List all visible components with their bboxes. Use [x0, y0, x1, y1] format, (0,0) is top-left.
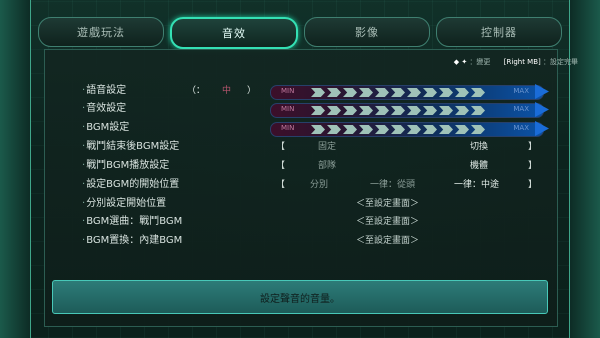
- setting-bgm-select[interactable]: ·BGM選曲：戰鬥BGM: [82, 214, 182, 230]
- slider-max-label: MAX: [513, 87, 529, 95]
- slider-max-label: MAX: [513, 124, 529, 132]
- voice-volume-slider[interactable]: MIN MAX: [270, 84, 549, 100]
- setting-label: BGM設定: [86, 122, 130, 133]
- option-squad[interactable]: 部隊: [318, 158, 336, 174]
- tab-bar: 遊戲玩法 音效 影像 控制器: [38, 16, 562, 49]
- option-separate[interactable]: 分別: [310, 177, 328, 193]
- hint-change: ：變更: [469, 58, 491, 66]
- slider-min-label: MIN: [281, 87, 295, 95]
- slider-min-label: MIN: [281, 124, 295, 132]
- tab-controller[interactable]: 控制器: [436, 17, 562, 47]
- control-hint: ◆ ✦ ：變更 [Right MB] ：設定完畢: [454, 57, 578, 67]
- option-switch[interactable]: 切換: [470, 139, 488, 155]
- option-from-start[interactable]: 一律：從頭: [370, 177, 415, 193]
- option-fixed[interactable]: 固定: [318, 139, 336, 155]
- bracket-right: 】: [528, 161, 538, 171]
- setting-label: 語音設定: [86, 85, 127, 96]
- description-box: 設定聲音的音量。: [52, 280, 548, 314]
- setting-bgm-replace[interactable]: ·BGM置換：內建BGM: [82, 233, 182, 249]
- sfx-volume-slider[interactable]: MIN MAX: [270, 102, 549, 118]
- right-mb-key: [Right MB]: [503, 58, 541, 66]
- goto-settings-link[interactable]: ＜至設定畫面＞: [356, 196, 419, 212]
- left-frame: [0, 0, 31, 338]
- dpad-icon: ◆ ✦: [453, 58, 468, 66]
- bracket-right: 】: [528, 142, 538, 152]
- bgm-volume-slider[interactable]: MIN MAX: [270, 121, 549, 137]
- setting-label: BGM選曲：戰鬥BGM: [86, 216, 183, 227]
- setting-sfx[interactable]: ·音效設定: [82, 101, 126, 117]
- slider-fill: [311, 125, 485, 134]
- goto-settings-link[interactable]: ＜至設定畫面＞: [356, 214, 419, 230]
- voice-bracket-left: （：: [187, 86, 206, 96]
- option-unit[interactable]: 機體: [470, 158, 488, 174]
- bracket-left: 【: [276, 142, 286, 152]
- setting-battle-bgm-play[interactable]: ·戰鬥BGM播放設定: [82, 158, 169, 174]
- voice-bracket-right: ）: [247, 86, 257, 96]
- slider-fill: [311, 106, 485, 115]
- setting-label: 音效設定: [86, 103, 127, 114]
- tab-sound[interactable]: 音效: [170, 17, 298, 49]
- setting-after-battle-bgm[interactable]: ·戰鬥結束後BGM設定: [82, 139, 179, 155]
- setting-bgm[interactable]: ·BGM設定: [82, 120, 129, 136]
- right-frame: [569, 0, 600, 338]
- tab-video[interactable]: 影像: [304, 17, 430, 47]
- slider-min-label: MIN: [281, 105, 295, 113]
- bracket-left: 【: [276, 180, 286, 190]
- setting-label: 設定BGM的開始位置: [86, 179, 180, 190]
- setting-label: 分別設定開始位置: [86, 198, 167, 209]
- setting-bgm-start-position[interactable]: ·設定BGM的開始位置: [82, 177, 179, 193]
- description-text: 設定聲音的音量。: [260, 293, 340, 305]
- slider-max-label: MAX: [513, 105, 529, 113]
- option-midway[interactable]: 一律：中途: [454, 177, 499, 193]
- bracket-left: 【: [276, 161, 286, 171]
- voice-value[interactable]: 中: [222, 83, 231, 99]
- setting-voice[interactable]: ·語音設定: [82, 83, 126, 99]
- setting-per-start-position[interactable]: ·分別設定開始位置: [82, 196, 166, 212]
- tab-gameplay[interactable]: 遊戲玩法: [38, 17, 164, 47]
- setting-label: 戰鬥結束後BGM設定: [86, 141, 180, 152]
- goto-settings-link[interactable]: ＜至設定畫面＞: [356, 233, 419, 249]
- setting-label: 戰鬥BGM播放設定: [86, 160, 170, 171]
- bracket-right: 】: [528, 180, 538, 190]
- slider-fill: [311, 88, 485, 97]
- setting-label: BGM置換：內建BGM: [86, 235, 183, 246]
- hint-confirm: ：設定完畢: [543, 58, 578, 66]
